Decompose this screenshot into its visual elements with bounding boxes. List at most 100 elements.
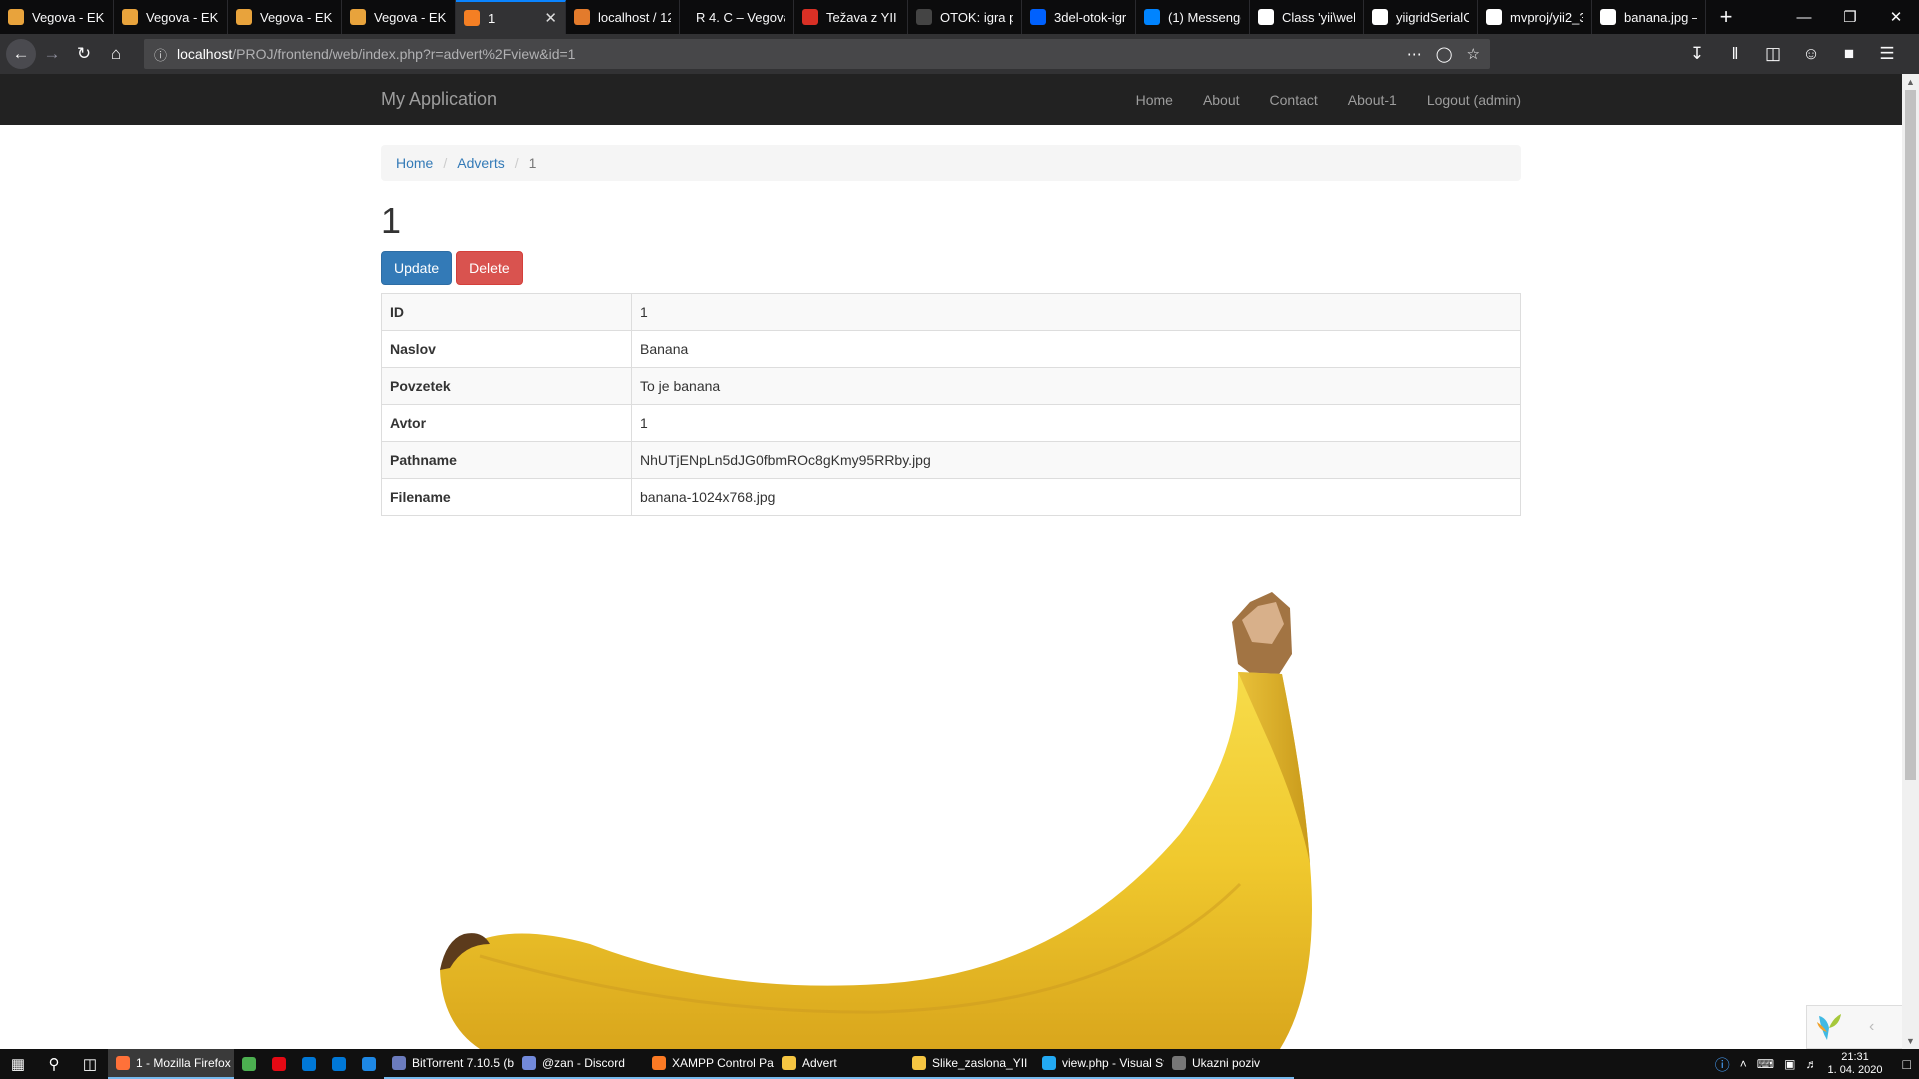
taskbar-app[interactable]: Ukazni poziv	[1164, 1049, 1294, 1079]
new-tab-button[interactable]: +	[1706, 0, 1746, 34]
yii-logo-icon	[1817, 1014, 1841, 1040]
table-row: Avtor 1	[381, 403, 1521, 442]
browser-tab[interactable]: R 4. C – Vegova e	[680, 0, 794, 34]
action-buttons: Update Delete	[381, 250, 1521, 285]
nav-link-about-1[interactable]: About-1	[1333, 92, 1412, 108]
browser-tab[interactable]: Vegova - EKM	[228, 0, 342, 34]
taskbar-app[interactable]	[264, 1049, 294, 1079]
browser-tab[interactable]: banana.jpg –	[1592, 0, 1706, 34]
browser-tab[interactable]: 1 ✕	[456, 0, 566, 34]
taskbar-app[interactable]: XAMPP Control Panel...	[644, 1049, 774, 1079]
browser-tab[interactable]: Vegova - EKM	[0, 0, 114, 34]
taskbar-app[interactable]	[324, 1049, 354, 1079]
chevron-up-icon[interactable]: ˄	[1740, 1057, 1747, 1071]
row-label: Naslov	[381, 329, 632, 368]
row-value: Banana	[631, 329, 1521, 368]
app-brand[interactable]: My Application	[381, 89, 497, 110]
browser-tab[interactable]: yiigridSerialC	[1364, 0, 1478, 34]
close-tab-icon[interactable]: ✕	[544, 9, 557, 27]
nav-link-contact[interactable]: Contact	[1255, 92, 1333, 108]
browser-tab[interactable]: mvproj/yii2_3	[1478, 0, 1592, 34]
taskbar-app[interactable]: BitTorrent 7.10.5 (buil...	[384, 1049, 514, 1079]
extension-icon[interactable]: ■	[1833, 38, 1865, 70]
home-icon[interactable]: ⌂	[100, 38, 132, 70]
page-actions-icon[interactable]: ⋯	[1407, 45, 1422, 63]
nav-menu: Home About Contact About-1 Logout (admin…	[1121, 92, 1521, 108]
browser-tab[interactable]: 3del-otok-igr	[1022, 0, 1136, 34]
scroll-thumb[interactable]	[1905, 90, 1916, 780]
page-scrollbar[interactable]: ▲ ▼	[1902, 74, 1919, 1049]
web-page: My Application Home About Contact About-…	[0, 74, 1902, 1049]
help-icon[interactable]: ⓘ	[1715, 1054, 1730, 1075]
browser-tab[interactable]: Vegova - EKM	[342, 0, 456, 34]
breadcrumb-separator: /	[514, 155, 519, 171]
nav-link-about[interactable]: About	[1188, 92, 1255, 108]
browser-toolbar: ← → ↻ ⌂ ⓘ localhost/PROJ/frontend/web/in…	[0, 34, 1919, 74]
downloads-icon[interactable]: ↧	[1681, 38, 1713, 70]
browser-tab[interactable]: localhost / 12	[566, 0, 680, 34]
app-icon	[116, 1056, 130, 1070]
nav-link-home[interactable]: Home	[1121, 92, 1188, 108]
row-value: banana-1024x768.jpg	[631, 477, 1521, 516]
minimize-window-button[interactable]: —	[1781, 0, 1827, 34]
keyboard-icon[interactable]: ⌨	[1757, 1057, 1774, 1071]
breadcrumb-adverts[interactable]: Adverts	[457, 155, 504, 171]
browser-tab[interactable]: Vegova - EKM	[114, 0, 228, 34]
sidebar-icon[interactable]: ◫	[1757, 38, 1789, 70]
nav-link-logout[interactable]: Logout (admin)	[1412, 92, 1521, 108]
taskbar-app[interactable]	[234, 1049, 264, 1079]
row-value: 1	[631, 403, 1521, 442]
account-icon[interactable]: ☺	[1795, 38, 1827, 70]
close-window-button[interactable]: ✕	[1873, 0, 1919, 34]
tab-label: mvproj/yii2_3	[1510, 9, 1583, 25]
detail-table: ID 1 Naslov Banana Povzetek To je banana Avtor…	[381, 292, 1521, 516]
taskbar-app[interactable]: @zan - Discord	[514, 1049, 644, 1079]
url-bar[interactable]: ⓘ localhost/PROJ/frontend/web/index.php?…	[144, 39, 1490, 69]
reload-icon[interactable]: ↻	[68, 38, 100, 70]
taskbar-app-label: Advert	[802, 1056, 837, 1070]
taskbar-app[interactable]: Advert	[774, 1049, 904, 1079]
volume-icon[interactable]: ♬	[1805, 1057, 1817, 1071]
browser-tab[interactable]: Class 'yii\web	[1250, 0, 1364, 34]
menu-icon[interactable]: ☰	[1871, 38, 1903, 70]
table-row: Pathname NhUTjENpLn5dJG0fbmROc8gKmy95RRby…	[381, 440, 1521, 479]
row-label: Povzetek	[381, 366, 632, 405]
system-tray: ⓘ ˄ ⌨ ▣ ♬ 21:31 1. 04. 2020 □	[1715, 1051, 1919, 1077]
update-button[interactable]: Update	[381, 250, 453, 285]
restore-window-button[interactable]: ❐	[1827, 0, 1873, 34]
forward-icon[interactable]: →	[36, 38, 68, 70]
delete-button[interactable]: Delete	[456, 250, 523, 285]
app-navbar: My Application Home About Contact About-…	[0, 74, 1902, 125]
library-icon[interactable]: ‖	[1719, 38, 1751, 70]
browser-tab[interactable]: (1) Messenge	[1136, 0, 1250, 34]
search-icon[interactable]: ⚲	[36, 1049, 72, 1079]
bookmark-star-icon[interactable]: ☆	[1467, 45, 1480, 63]
taskbar-app[interactable]	[294, 1049, 324, 1079]
taskbar-app[interactable]	[354, 1049, 384, 1079]
breadcrumb-home[interactable]: Home	[396, 155, 433, 171]
breadcrumb: Home / Adverts / 1	[381, 145, 1521, 181]
browser-tab[interactable]: OTOK: igra pe	[908, 0, 1022, 34]
window-controls: — ❐ ✕	[1781, 0, 1919, 34]
browser-tab-strip: Vegova - EKM Vegova - EKM Vegova - EKM Vego…	[0, 0, 1919, 34]
browser-tab[interactable]: Težava z YII -	[794, 0, 908, 34]
task-view-icon[interactable]: ◫	[72, 1049, 108, 1079]
taskbar-app[interactable]: view.php - Visual Stu...	[1034, 1049, 1164, 1079]
back-icon[interactable]: ←	[6, 39, 36, 69]
tab-label: Vegova - EKM	[146, 9, 219, 25]
chevron-left-icon[interactable]: ‹	[1869, 1018, 1874, 1036]
tab-label: localhost / 12	[598, 9, 671, 25]
pocket-icon[interactable]: ◯	[1436, 45, 1453, 63]
yii-debug-toolbar[interactable]: ‹	[1806, 1005, 1902, 1049]
taskbar-app[interactable]: Slike_zaslona_YII	[904, 1049, 1034, 1079]
tab-label: OTOK: igra pe	[940, 9, 1013, 25]
windows-start-icon[interactable]: ▦	[0, 1049, 36, 1079]
taskbar-app[interactable]: 1 - Mozilla Firefox	[108, 1049, 234, 1079]
notifications-icon[interactable]: □	[1903, 1056, 1911, 1072]
google-icon	[1372, 9, 1388, 25]
network-icon[interactable]: ▣	[1784, 1057, 1795, 1071]
site-info-icon[interactable]: ⓘ	[154, 45, 167, 64]
system-clock[interactable]: 21:31 1. 04. 2020	[1827, 1051, 1882, 1077]
scroll-down-icon[interactable]: ▼	[1902, 1033, 1919, 1049]
scroll-up-icon[interactable]: ▲	[1902, 74, 1919, 90]
